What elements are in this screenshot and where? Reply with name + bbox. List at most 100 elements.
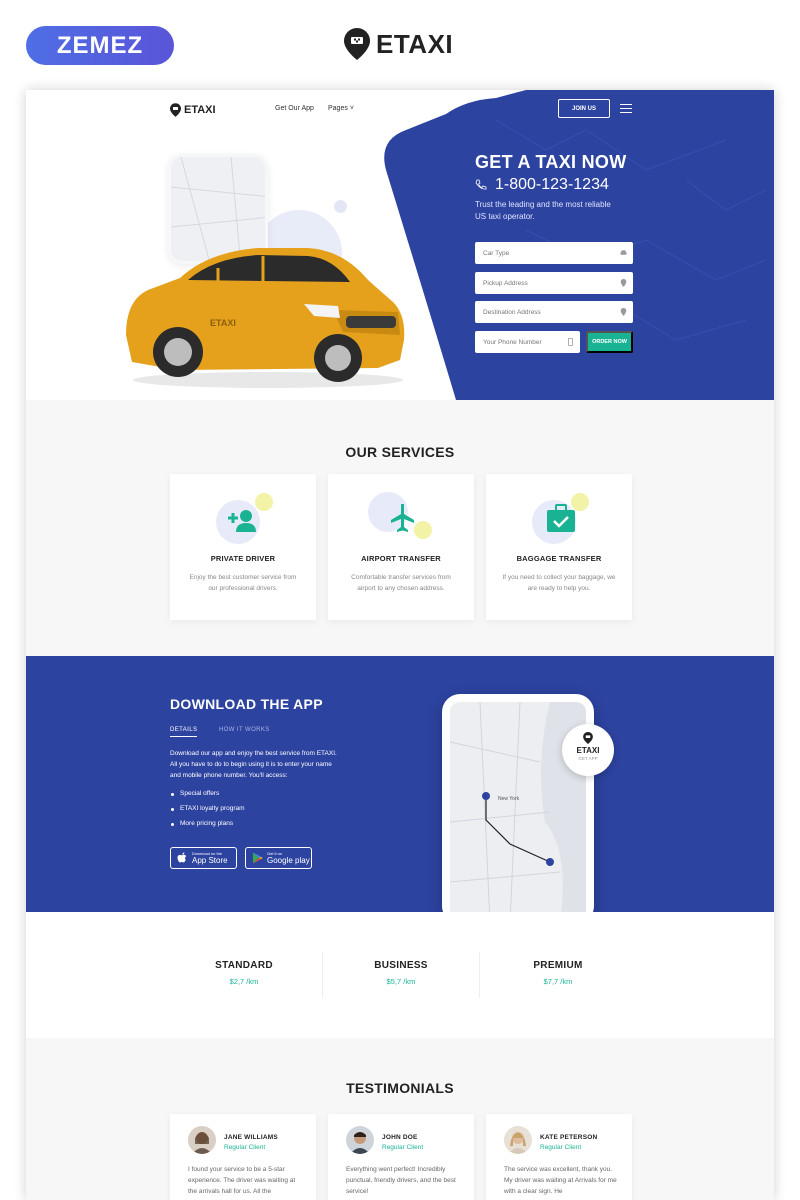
download-section: DOWNLOAD THE APP DETAILS HOW IT WORKS Do…: [26, 656, 774, 912]
destination-placeholder: Destination Address: [483, 308, 541, 316]
route-map: New York: [450, 702, 586, 912]
service-card[interactable]: PRIVATE DRIVER Enjoy the best customer s…: [170, 474, 316, 620]
services-section: OUR SERVICES PRIVATE DRIVER Enjoy the be…: [26, 400, 774, 656]
app-badge[interactable]: ETAXI GET APP: [562, 724, 614, 776]
phone-number-input[interactable]: Your Phone Number: [475, 331, 580, 353]
tab-how-it-works[interactable]: HOW IT WORKS: [219, 727, 270, 733]
avatar: [504, 1126, 532, 1154]
service-description: If you need to collect your baggage, we …: [502, 574, 616, 592]
client-role: Regular Client: [540, 1144, 582, 1151]
plan-price: $2,7 /km: [229, 977, 259, 986]
nav-link-pages-label: Pages: [328, 105, 348, 112]
google-play-icon: [253, 852, 263, 864]
client-name: JANE WILLIAMS: [224, 1134, 278, 1141]
hero-title: GET A TAXI NOW: [475, 152, 627, 172]
client-role: Regular Client: [224, 1144, 266, 1151]
price-plan[interactable]: PREMIUM $7,7 /km: [480, 960, 636, 986]
services-title: OUR SERVICES: [345, 444, 455, 460]
menu-icon[interactable]: [620, 104, 632, 113]
client-quote: I found your service to be a 5-star expe…: [188, 1166, 296, 1195]
nav-link-get-app[interactable]: Get Our App: [275, 105, 314, 112]
nav-link-pages[interactable]: Pages ˅: [328, 105, 354, 112]
hero-section: ETAXI Get Our App Pages ˅ JOIN US ETAXI …: [26, 90, 774, 400]
top-bar: ZEMEZ ETAXI: [0, 0, 800, 90]
plan-name: STANDARD: [215, 960, 273, 971]
hero-phone-number[interactable]: 1-800-123-1234: [475, 176, 609, 194]
app-badge-sub: GET APP: [578, 756, 598, 761]
brand-title: ETAXI: [376, 28, 454, 59]
car-type-select[interactable]: Car Type: [475, 242, 633, 264]
order-now-button[interactable]: ORDER NOW: [586, 331, 633, 353]
tab-details[interactable]: DETAILS: [170, 727, 198, 737]
service-title: AIRPORT TRANSFER: [361, 554, 441, 563]
testimonial-card: JANE WILLIAMS Regular Client I found you…: [170, 1114, 316, 1200]
avatar: [346, 1126, 374, 1154]
hero-phone-text: 1-800-123-1234: [495, 176, 609, 193]
decor-dot: [334, 200, 347, 213]
plan-name: PREMIUM: [533, 960, 583, 971]
chevron-down-icon: ˅: [349, 105, 354, 112]
taxi-pin-icon: [583, 732, 593, 744]
app-store-text: Download on the App Store: [192, 851, 228, 865]
testimonials-section: TESTIMONIALS JANE WILLIAMS Regular Clien…: [26, 1038, 774, 1200]
location-pin-icon: [620, 279, 627, 287]
price-plan[interactable]: STANDARD $2,7 /km: [166, 960, 322, 986]
client-name: KATE PETERSON: [540, 1134, 598, 1141]
benefits-list: Special offers ETAXI loyalty program Mor…: [170, 790, 245, 835]
service-description: Enjoy the best customer service from our…: [189, 574, 297, 592]
service-title: PRIVATE DRIVER: [210, 554, 276, 563]
phone-placeholder: Your Phone Number: [483, 338, 542, 346]
client-role: Regular Client: [382, 1144, 424, 1151]
pickup-address-input[interactable]: Pickup Address: [475, 272, 633, 294]
taxi-pin-icon: [344, 28, 370, 60]
join-us-button[interactable]: JOIN US: [558, 99, 610, 118]
avatar: [188, 1126, 216, 1154]
taxi-car-image: ETAXI: [126, 248, 405, 388]
plan-name: BUSINESS: [374, 960, 428, 971]
app-map-screen: New York: [450, 702, 586, 912]
list-item: More pricing plans: [170, 820, 245, 835]
testimonial-card: JOHN DOE Regular Client Everything went …: [328, 1114, 474, 1200]
car-door-label: ETAXI: [210, 318, 236, 328]
nav-logo[interactable]: ETAXI: [170, 103, 216, 117]
service-card[interactable]: AIRPORT TRANSFER Comfortable transfer se…: [328, 474, 474, 620]
add-user-icon: [216, 493, 273, 544]
nav-logo-text: ETAXI: [184, 104, 216, 116]
app-phone-mockup: New York: [442, 694, 594, 912]
download-description: Download our app and enjoy the best serv…: [170, 750, 337, 779]
pricing-section: STANDARD $2,7 /km BUSINESS $5,7 /km PREM…: [26, 912, 774, 1038]
service-description: Comfortable transfer services from airpo…: [351, 574, 451, 592]
plan-price: $5,7 /km: [386, 977, 416, 986]
taxi-pin-icon: [170, 103, 181, 117]
site-preview: ETAXI Get Our App Pages ˅ JOIN US ETAXI …: [26, 90, 774, 1200]
service-title: BAGGAGE TRANSFER: [516, 554, 602, 563]
apple-icon: [177, 852, 187, 863]
list-item: Special offers: [170, 790, 245, 805]
client-quote: Everything went perfect! Incredibly punc…: [346, 1166, 456, 1195]
map-label: New York: [498, 796, 520, 802]
app-badge-name: ETAXI: [576, 746, 600, 755]
pickup-placeholder: Pickup Address: [483, 279, 528, 287]
app-store-big: App Store: [192, 856, 228, 865]
car-icon: [620, 250, 627, 255]
testimonials-title: TESTIMONIALS: [346, 1080, 454, 1096]
suitcase-check-icon: [532, 493, 589, 544]
car-type-placeholder: Car Type: [483, 249, 510, 257]
hero-subtitle: Trust the leading and the most reliable …: [475, 200, 611, 221]
google-play-big: Google play: [267, 856, 310, 865]
destination-address-input[interactable]: Destination Address: [475, 301, 633, 323]
airplane-icon: [368, 492, 432, 539]
testimonial-card: KATE PETERSON Regular Client The service…: [486, 1114, 632, 1200]
download-title: DOWNLOAD THE APP: [170, 696, 323, 712]
service-card[interactable]: BAGGAGE TRANSFER If you need to collect …: [486, 474, 632, 620]
price-plan[interactable]: BUSINESS $5,7 /km: [323, 960, 479, 986]
list-item: ETAXI loyalty program: [170, 805, 245, 820]
zemez-logo[interactable]: ZEMEZ: [26, 26, 174, 65]
google-play-button[interactable]: Get it on Google play: [245, 847, 312, 869]
plan-price: $7,7 /km: [543, 977, 573, 986]
app-store-button[interactable]: Download on the App Store: [170, 847, 237, 869]
brand-header: ETAXI: [344, 28, 453, 60]
client-quote: The service was excellent, thank you. My…: [504, 1166, 617, 1195]
google-play-text: Get it on Google play: [267, 851, 310, 865]
phone-icon: [475, 179, 487, 190]
